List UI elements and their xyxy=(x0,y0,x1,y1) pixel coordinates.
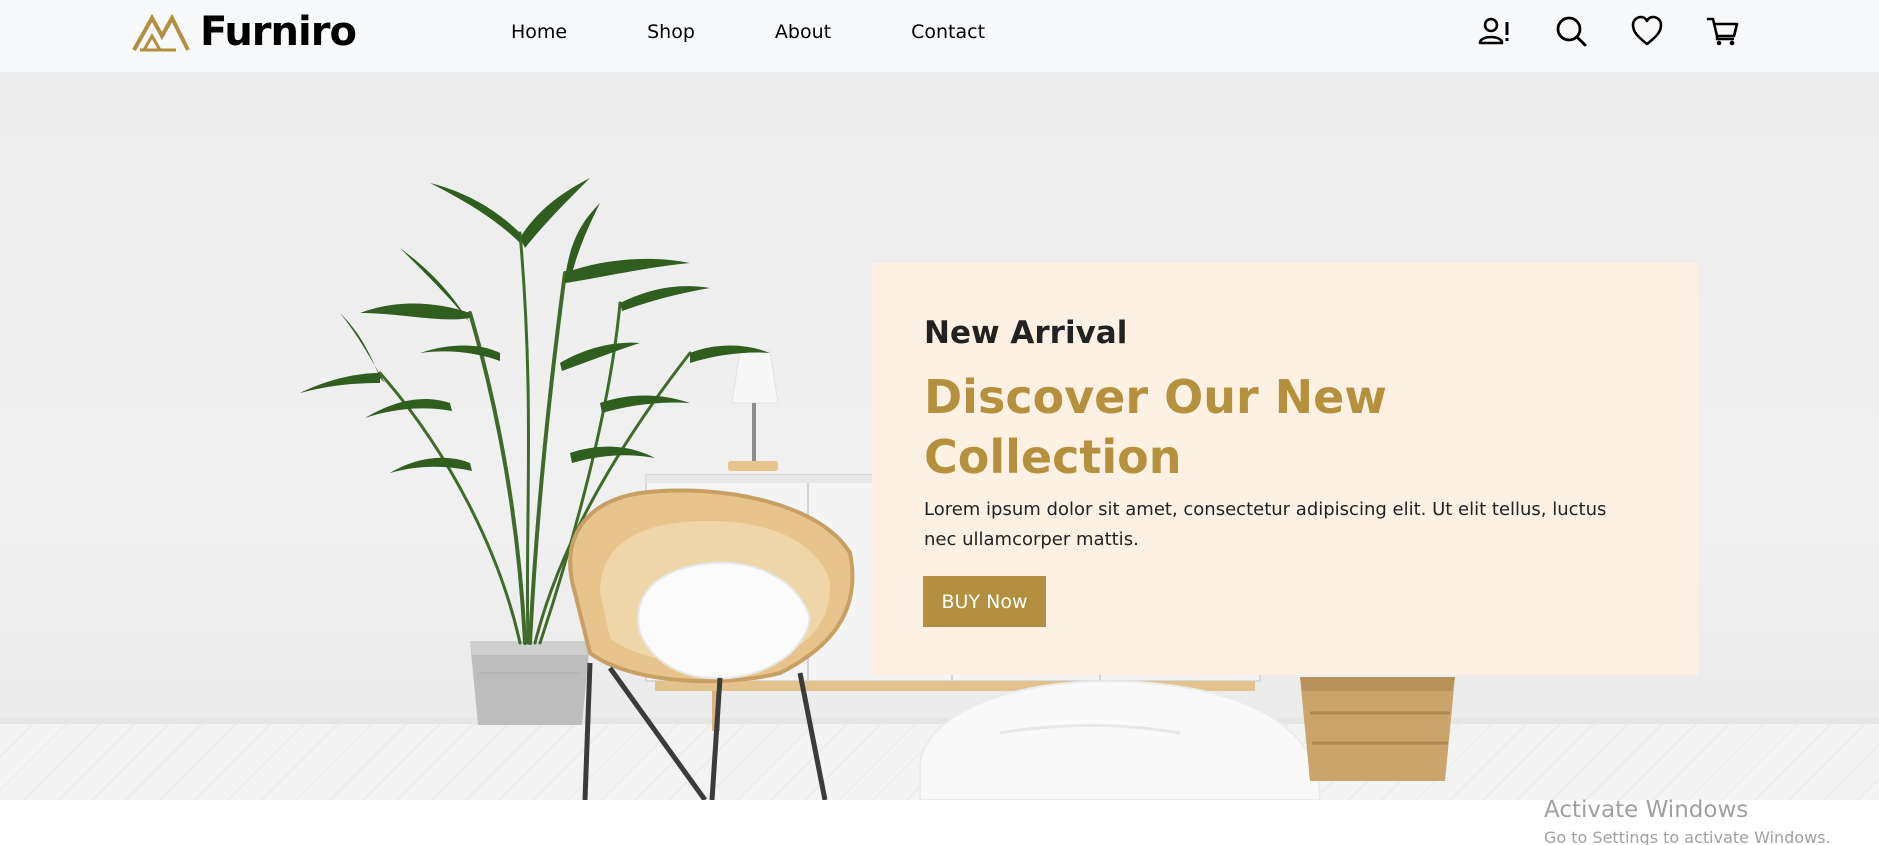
wishlist-button[interactable] xyxy=(1630,12,1664,50)
site-header: Furniro Home Shop About Contact xyxy=(0,0,1879,73)
search-button[interactable] xyxy=(1554,12,1588,50)
table-lamp xyxy=(728,350,779,471)
windows-activation-watermark: Activate Windows Go to Settings to activ… xyxy=(1544,795,1831,845)
woven-basket xyxy=(1300,677,1455,781)
rattan-chair xyxy=(568,488,855,800)
cart-button[interactable] xyxy=(1706,12,1740,50)
promo-subtitle: New Arrival xyxy=(924,315,1128,351)
promo-description: Lorem ipsum dolor sit amet, consectetur … xyxy=(924,499,1607,550)
cart-icon xyxy=(1706,17,1739,46)
promo-card: New Arrival Discover Our New Collection … xyxy=(872,263,1698,675)
header-icons xyxy=(1478,12,1740,50)
watermark-title: Activate Windows xyxy=(1544,797,1749,823)
nav-about[interactable]: About xyxy=(775,19,831,45)
nav-contact[interactable]: Contact xyxy=(911,19,985,45)
floor-pouf xyxy=(919,680,1322,800)
account-button[interactable] xyxy=(1478,12,1512,50)
logo-mark-icon xyxy=(132,13,190,52)
watermark-subtitle: Go to Settings to activate Windows. xyxy=(1544,828,1831,845)
promo-title: Discover Our New Collection xyxy=(924,370,1387,484)
brand-name: Furniro xyxy=(200,9,357,55)
hero-section: New Arrival Discover Our New Collection … xyxy=(0,73,1879,800)
brand-logo[interactable]: Furniro xyxy=(132,9,357,55)
heart-icon xyxy=(1631,15,1663,46)
plant-pot xyxy=(470,641,590,725)
search-icon xyxy=(1556,16,1587,47)
buy-now-button[interactable]: BUY Now xyxy=(923,576,1046,627)
palm-leaves xyxy=(300,178,770,473)
account-alert-icon xyxy=(1478,17,1509,45)
nav-home[interactable]: Home xyxy=(511,19,567,45)
main-nav: Home Shop About Contact xyxy=(511,19,985,45)
page: Furniro Home Shop About Contact New Arri… xyxy=(0,0,1879,845)
nav-shop[interactable]: Shop xyxy=(647,19,695,45)
